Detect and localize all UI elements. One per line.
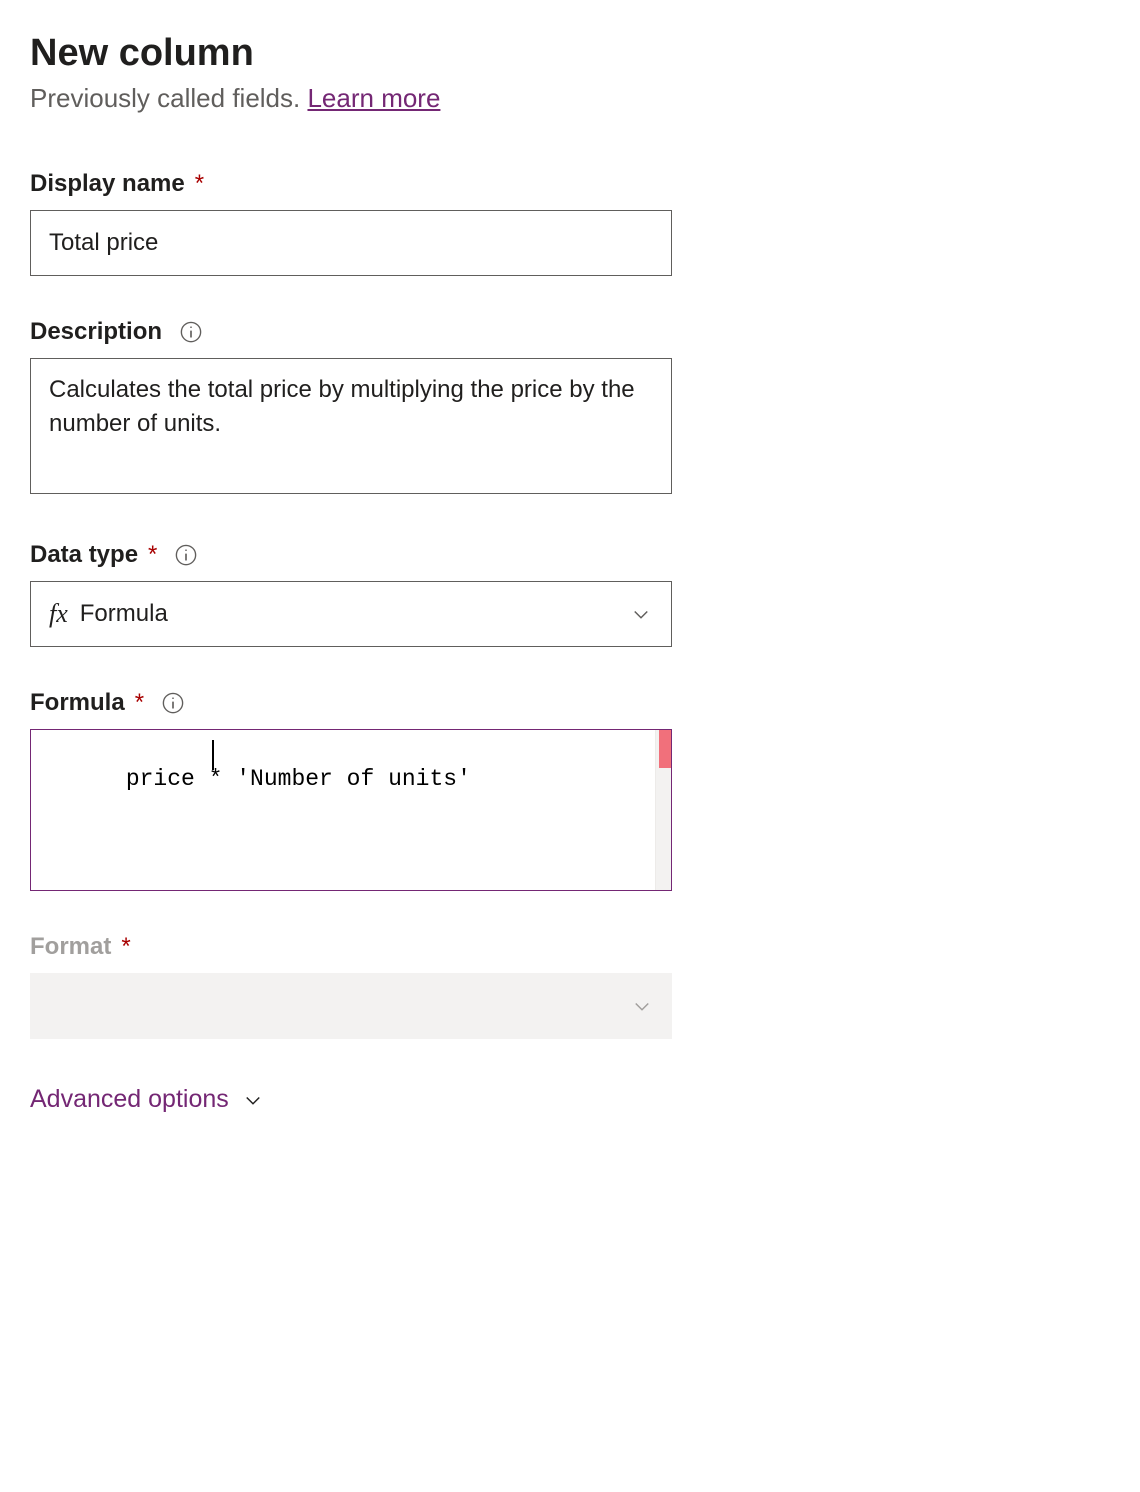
- display-name-field-group: Display name *: [30, 170, 1110, 276]
- format-field-group: Format *: [30, 933, 1110, 1039]
- formula-editor[interactable]: price * 'Number of units': [30, 729, 672, 891]
- description-field-group: Description Calculates the total price b…: [30, 318, 1110, 499]
- display-name-label-text: Display name: [30, 170, 185, 198]
- learn-more-link[interactable]: Learn more: [307, 83, 440, 113]
- data-type-select[interactable]: fx Formula: [30, 581, 672, 647]
- chevron-down-icon: [241, 1088, 265, 1112]
- scrollbar-thumb[interactable]: [659, 730, 671, 768]
- required-indicator: *: [148, 541, 157, 569]
- data-type-value: Formula: [80, 600, 168, 628]
- data-type-field-group: Data type * fx Formula: [30, 541, 1110, 647]
- data-type-label-text: Data type: [30, 541, 138, 569]
- chevron-down-icon: [630, 994, 654, 1018]
- info-icon[interactable]: [175, 544, 197, 566]
- formula-label-text: Formula: [30, 689, 125, 717]
- advanced-options-toggle[interactable]: Advanced options: [30, 1085, 265, 1114]
- info-icon[interactable]: [162, 692, 184, 714]
- chevron-down-icon: [629, 602, 653, 626]
- data-type-value-wrap: fx Formula: [49, 599, 168, 629]
- formula-scrollbar[interactable]: [655, 730, 671, 890]
- format-label-text: Format: [30, 933, 111, 961]
- display-name-input[interactable]: [30, 210, 672, 276]
- required-indicator: *: [135, 689, 144, 717]
- page-subtitle: Previously called fields. Learn more: [30, 83, 1110, 114]
- page-title: New column: [30, 32, 1110, 75]
- advanced-options-label: Advanced options: [30, 1085, 229, 1114]
- subtitle-text: Previously called fields.: [30, 83, 307, 113]
- format-label: Format *: [30, 933, 1110, 961]
- formula-content: price * 'Number of units': [31, 730, 655, 890]
- format-select: [30, 973, 672, 1039]
- description-label-text: Description: [30, 318, 162, 346]
- display-name-label: Display name *: [30, 170, 1110, 198]
- text-cursor: [212, 740, 214, 770]
- required-indicator: *: [195, 170, 204, 198]
- description-label: Description: [30, 318, 1110, 346]
- formula-field-group: Formula * price * 'Number of units': [30, 689, 1110, 891]
- data-type-label: Data type *: [30, 541, 1110, 569]
- formula-text: price * 'Number of units': [126, 766, 471, 792]
- formula-fx-icon: fx: [49, 599, 68, 629]
- description-input[interactable]: Calculates the total price by multiplyin…: [30, 358, 672, 494]
- formula-label: Formula *: [30, 689, 1110, 717]
- info-icon[interactable]: [180, 321, 202, 343]
- required-indicator: *: [121, 933, 130, 961]
